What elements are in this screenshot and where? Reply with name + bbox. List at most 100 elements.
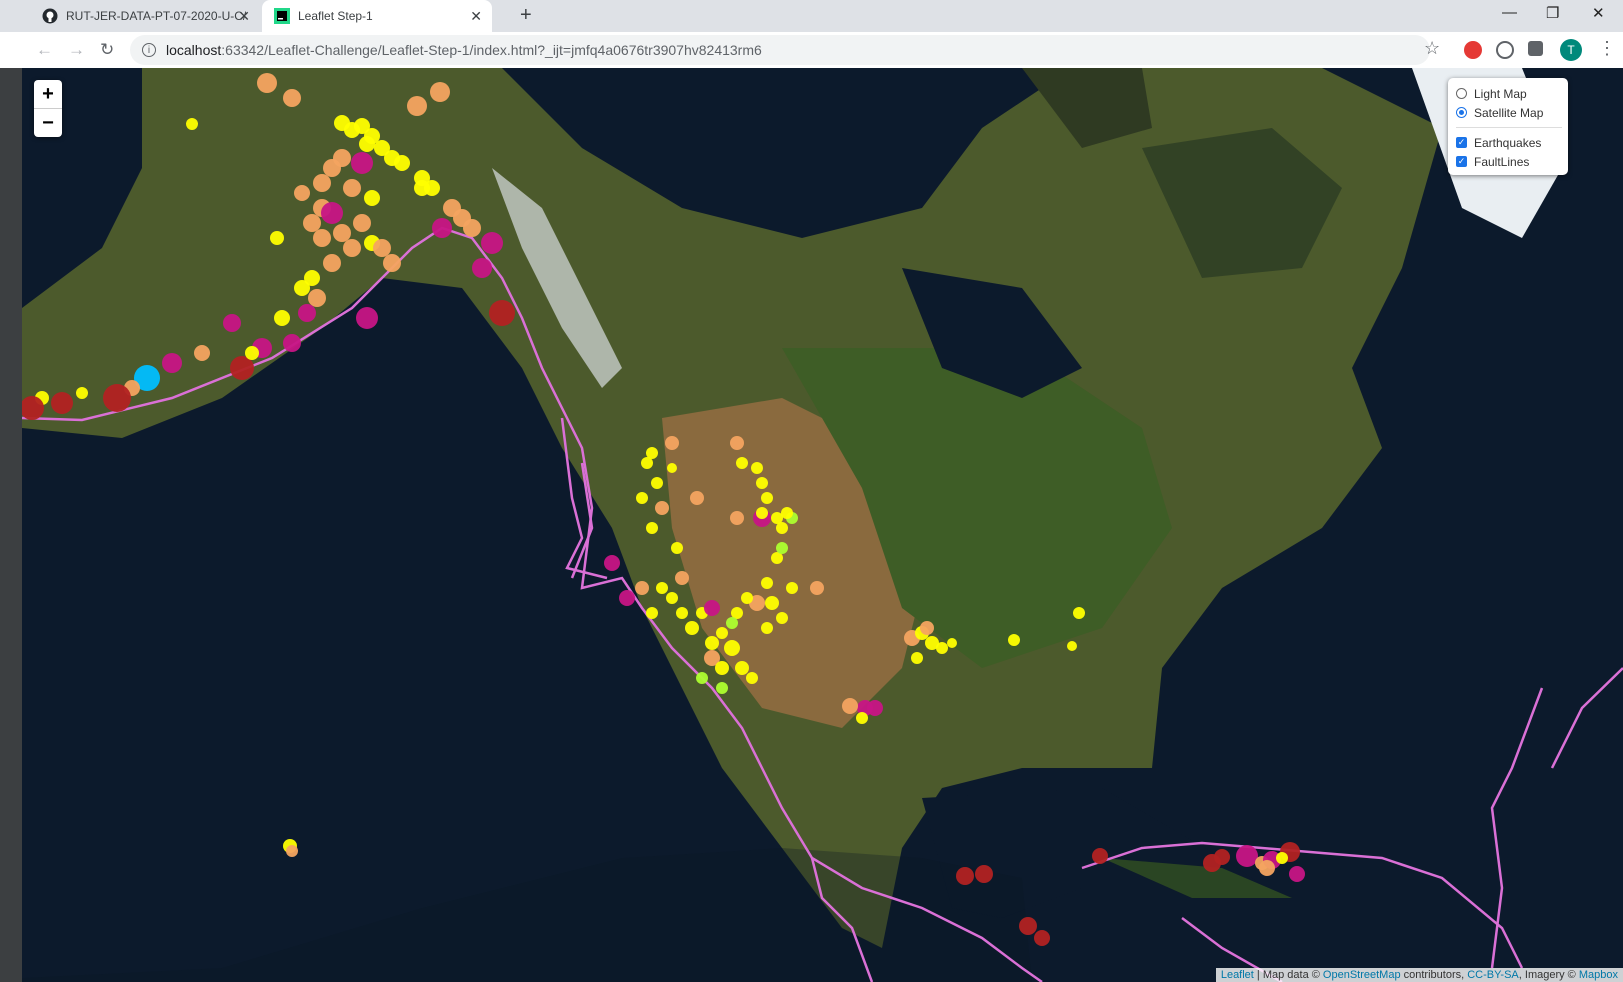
earthquake-marker[interactable]	[407, 96, 427, 116]
base-layer-light[interactable]: Light Map	[1456, 84, 1562, 103]
earthquake-marker[interactable]	[810, 581, 824, 595]
earthquake-marker[interactable]	[274, 310, 290, 326]
earthquake-marker[interactable]	[245, 346, 259, 360]
earthquake-marker[interactable]	[364, 190, 380, 206]
earthquake-marker[interactable]	[286, 845, 298, 857]
earthquake-marker[interactable]	[724, 640, 740, 656]
earthquake-marker[interactable]	[635, 581, 649, 595]
earthquake-marker[interactable]	[1236, 845, 1258, 867]
earthquake-marker[interactable]	[51, 392, 73, 414]
earthquake-marker[interactable]	[956, 867, 974, 885]
tab-github[interactable]: RUT-JER-DATA-PT-07-2020-U-C/ ✕	[30, 0, 260, 32]
earthquake-marker[interactable]	[726, 617, 738, 629]
overlay-faultlines[interactable]: ✓ FaultLines	[1456, 152, 1562, 171]
overlay-earthquakes[interactable]: ✓ Earthquakes	[1456, 133, 1562, 152]
earthquake-marker[interactable]	[765, 596, 779, 610]
earthquake-marker[interactable]	[741, 592, 753, 604]
earthquake-marker[interactable]	[394, 155, 410, 171]
earthquake-marker[interactable]	[294, 185, 310, 201]
license-link[interactable]: CC-BY-SA	[1467, 969, 1519, 981]
checkbox-checked-icon[interactable]: ✓	[1456, 156, 1467, 167]
earthquake-marker[interactable]	[761, 622, 773, 634]
back-icon[interactable]: ←	[36, 40, 53, 60]
earthquake-marker[interactable]	[283, 334, 301, 352]
earthquake-marker[interactable]	[704, 600, 720, 616]
earthquake-marker[interactable]	[690, 491, 704, 505]
zoom-out-button[interactable]: −	[34, 109, 62, 137]
earthquake-marker[interactable]	[162, 353, 182, 373]
restore-icon[interactable]: ❐	[1546, 4, 1559, 22]
earthquake-marker[interactable]	[756, 477, 768, 489]
leaflet-map[interactable]: + − Light Map Satellite Map ✓ Earthquakes…	[22, 68, 1623, 982]
earthquake-marker[interactable]	[751, 462, 763, 474]
osm-link[interactable]: OpenStreetMap	[1323, 969, 1401, 981]
earthquake-marker[interactable]	[1092, 848, 1108, 864]
earthquake-marker[interactable]	[1019, 917, 1037, 935]
earthquake-marker[interactable]	[321, 202, 343, 224]
earthquake-marker[interactable]	[975, 865, 993, 883]
earthquake-marker[interactable]	[646, 522, 658, 534]
earthquake-marker[interactable]	[1008, 634, 1020, 646]
address-bar[interactable]: i localhost:63342/Leaflet-Challenge/Leaf…	[130, 35, 1430, 65]
earthquake-marker[interactable]	[414, 180, 430, 196]
earthquake-marker[interactable]	[651, 477, 663, 489]
earthquake-marker[interactable]	[761, 492, 773, 504]
earthquake-marker[interactable]	[655, 501, 669, 515]
earthquake-marker[interactable]	[308, 289, 326, 307]
earthquake-marker[interactable]	[313, 229, 331, 247]
earthquake-marker[interactable]	[373, 239, 391, 257]
earthquake-marker[interactable]	[1259, 860, 1275, 876]
earthquake-marker[interactable]	[746, 672, 758, 684]
earthquake-marker[interactable]	[283, 89, 301, 107]
earthquake-marker[interactable]	[716, 682, 728, 694]
earthquake-marker[interactable]	[947, 638, 957, 648]
earthquake-marker[interactable]	[430, 82, 450, 102]
tab-leaflet[interactable]: Leaflet Step-1 ✕	[262, 0, 492, 32]
earthquake-marker[interactable]	[636, 492, 648, 504]
extension-icon[interactable]	[1496, 41, 1514, 59]
earthquake-marker[interactable]	[781, 507, 793, 519]
earthquake-marker[interactable]	[776, 522, 788, 534]
earthquake-marker[interactable]	[671, 542, 683, 554]
earthquake-marker[interactable]	[432, 218, 452, 238]
earthquake-marker[interactable]	[665, 436, 679, 450]
earthquake-marker[interactable]	[463, 219, 481, 237]
earthquake-marker[interactable]	[270, 231, 284, 245]
base-layer-satellite[interactable]: Satellite Map	[1456, 103, 1562, 122]
earthquake-marker[interactable]	[667, 463, 677, 473]
earthquake-marker[interactable]	[705, 636, 719, 650]
bookmark-star-icon[interactable]: ☆	[1424, 38, 1440, 59]
earthquake-marker[interactable]	[776, 612, 788, 624]
new-tab-button[interactable]: +	[520, 4, 532, 27]
earthquake-marker[interactable]	[666, 592, 678, 604]
earthquake-marker[interactable]	[443, 199, 461, 217]
earthquake-marker[interactable]	[619, 590, 635, 606]
close-tab-icon[interactable]: ✕	[238, 8, 250, 25]
earthquake-marker[interactable]	[489, 300, 515, 326]
earthquake-marker[interactable]	[323, 254, 341, 272]
earthquake-marker[interactable]	[735, 661, 749, 675]
earthquake-marker[interactable]	[1073, 607, 1085, 619]
earthquake-marker[interactable]	[736, 457, 748, 469]
radio-icon[interactable]	[1456, 88, 1467, 99]
earthquake-marker[interactable]	[761, 577, 773, 589]
earthquake-marker[interactable]	[351, 152, 373, 174]
earthquake-marker[interactable]	[730, 511, 744, 525]
earthquake-marker[interactable]	[641, 457, 653, 469]
earthquake-marker[interactable]	[343, 179, 361, 197]
earthquake-marker[interactable]	[756, 507, 768, 519]
earthquake-marker[interactable]	[481, 232, 503, 254]
minimize-icon[interactable]: —	[1502, 4, 1517, 21]
checkbox-checked-icon[interactable]: ✓	[1456, 137, 1467, 148]
earthquake-marker[interactable]	[1289, 866, 1305, 882]
earthquake-marker[interactable]	[383, 254, 401, 272]
forward-icon[interactable]: →	[68, 40, 85, 60]
reload-icon[interactable]: ↻	[100, 40, 114, 60]
puzzle-icon[interactable]	[1528, 41, 1543, 56]
earthquake-marker[interactable]	[936, 642, 948, 654]
earthquake-marker[interactable]	[186, 118, 198, 130]
zoom-in-button[interactable]: +	[34, 80, 62, 109]
leaflet-link[interactable]: Leaflet	[1221, 969, 1254, 981]
earthquake-marker[interactable]	[303, 214, 321, 232]
earthquake-marker[interactable]	[356, 307, 378, 329]
